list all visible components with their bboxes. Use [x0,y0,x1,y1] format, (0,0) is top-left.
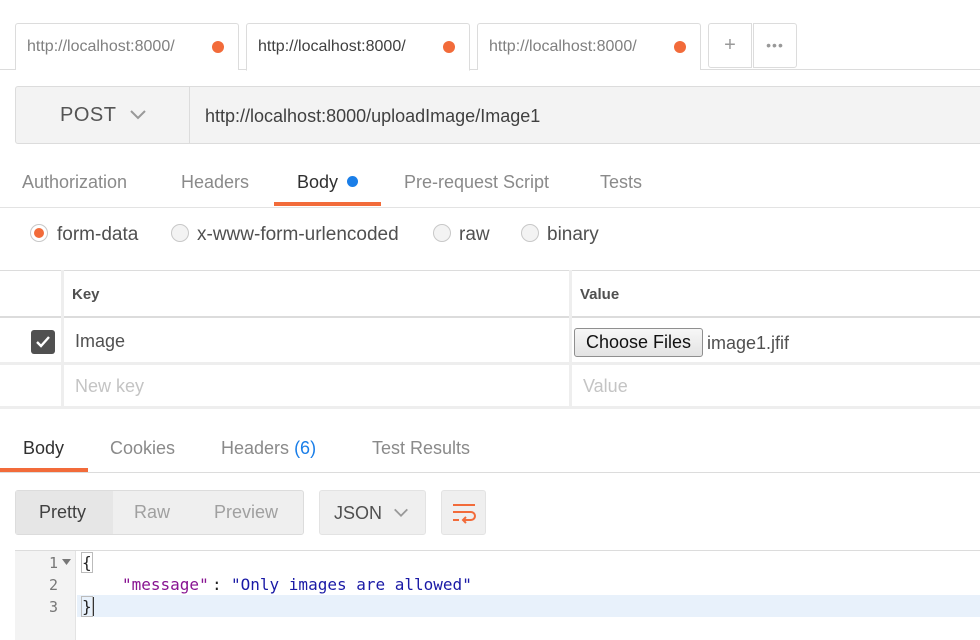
request-tab-1-label: http://localhost:8000/ [27,38,175,55]
row-enabled-checkbox[interactable] [31,330,55,354]
format-select[interactable]: JSON [319,490,426,535]
tab-body[interactable]: Body [297,172,338,193]
method-select[interactable]: POST [15,86,190,144]
more-tabs-button[interactable]: ••• [753,23,797,68]
request-tab-2-label: http://localhost:8000/ [258,38,406,55]
headers-count-badge: (6) [294,438,317,458]
unsaved-dot-icon [443,41,455,53]
fold-arrow-icon[interactable] [62,559,71,566]
response-tab-body[interactable]: Body [23,438,64,459]
json-key: "message" [122,575,209,594]
ellipsis-icon: ••• [766,37,784,53]
request-tab-2[interactable]: http://localhost:8000/ [246,23,470,71]
radio-urlencoded-label[interactable]: x-www-form-urlencoded [197,224,399,246]
tab-headers[interactable]: Headers [181,172,249,193]
tab-authorization[interactable]: Authorization [22,172,127,193]
response-tab-test-results[interactable]: Test Results [372,438,470,459]
table-column-divider [61,270,64,408]
json-close-brace: } [81,596,93,617]
table-column-divider [569,270,572,408]
checkmark-icon [36,336,50,348]
radio-raw-label[interactable]: raw [459,224,490,246]
radio-urlencoded[interactable] [171,224,189,242]
table-top-border [0,270,980,271]
line-number: 3 [48,598,58,616]
plus-icon: + [724,34,736,56]
radio-raw[interactable] [433,224,451,242]
new-tab-button[interactable]: + [708,23,752,68]
response-tabs-border [0,472,980,473]
radio-form-data[interactable] [30,224,48,242]
request-tab-1[interactable]: http://localhost:8000/ [15,23,239,70]
chevron-down-icon [130,110,146,120]
response-tab-cookies[interactable]: Cookies [110,438,175,459]
radio-form-data-label[interactable]: form-data [57,224,138,246]
unsaved-dot-icon [674,41,686,53]
json-colon: : [212,575,232,594]
chosen-file-name: image1.jfif [707,333,790,353]
view-mode-pretty[interactable]: Pretty [39,502,86,523]
active-tab-underline [274,202,381,206]
request-tab-3[interactable]: http://localhost:8000/ [477,23,701,70]
request-tab-3-label: http://localhost:8000/ [489,38,637,55]
line-number: 1 [48,554,58,572]
choose-files-button[interactable]: Choose Files [574,328,703,357]
json-string-value: "Only images are allowed" [231,575,472,594]
response-active-tab-underline [0,468,88,472]
new-value-input[interactable]: Value [583,376,628,397]
column-header-value: Value [580,286,620,303]
new-key-input[interactable]: New key [75,376,144,397]
method-label: POST [60,104,117,126]
chevron-down-icon [394,508,408,517]
format-label: JSON [334,503,383,523]
radio-binary-label[interactable]: binary [547,224,599,246]
url-input[interactable]: http://localhost:8000/uploadImage/Image1 [190,86,980,144]
wrap-lines-icon [453,504,476,524]
column-header-key: Key [72,286,100,303]
url-value: http://localhost:8000/uploadImage/Image1 [205,106,541,126]
table-row-divider [0,362,980,365]
view-mode-preview[interactable]: Preview [214,502,278,523]
tab-tests[interactable]: Tests [600,172,642,193]
text-cursor [93,597,94,616]
view-mode-raw[interactable]: Raw [134,502,170,523]
row-key-input[interactable]: Image [75,331,125,352]
table-header-border [0,316,980,318]
line-number: 2 [48,576,58,594]
wrap-lines-button[interactable] [441,490,486,535]
active-line-highlight [77,595,980,617]
body-indicator-dot-icon [347,176,358,187]
response-tab-headers-label: Headers [221,438,290,458]
radio-binary[interactable] [521,224,539,242]
tab-pre-request-script[interactable]: Pre-request Script [404,172,549,193]
table-bottom-border [0,406,980,409]
json-open-brace: { [81,552,93,573]
unsaved-dot-icon [212,41,224,53]
response-tab-headers[interactable]: Headers (6) [221,438,316,459]
